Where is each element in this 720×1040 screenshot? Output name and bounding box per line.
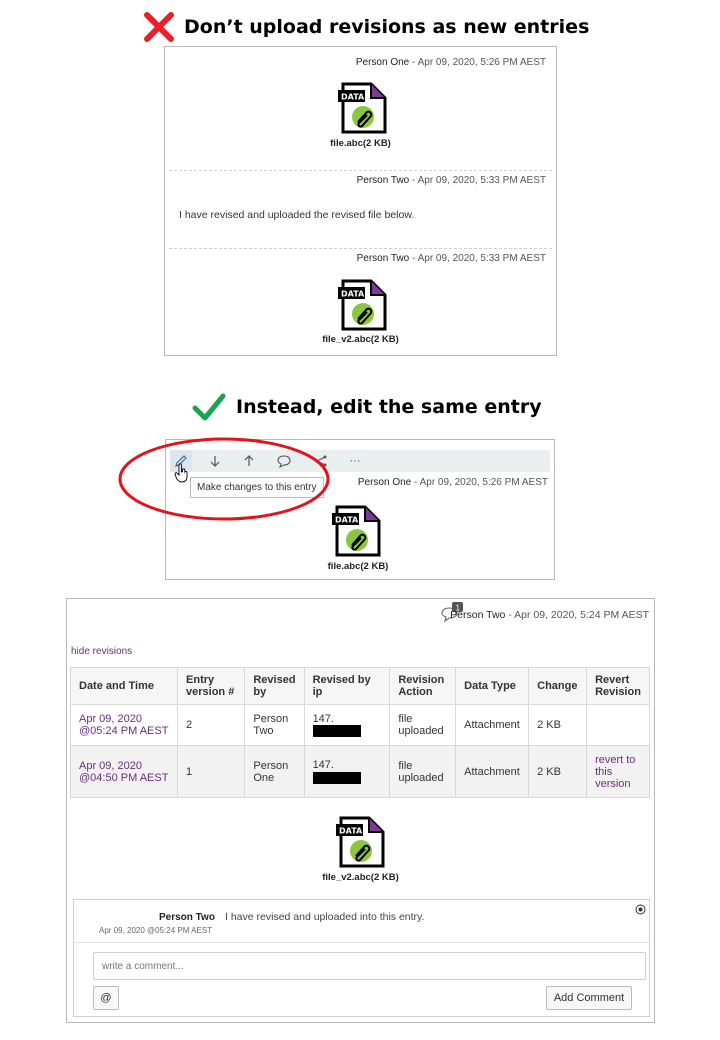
revert-to-version-link[interactable]: revert to this version: [595, 754, 635, 790]
entry-timestamp: - Apr 09, 2020, 5:26 PM AEST: [411, 477, 548, 488]
entry-meta: Person Two - Apr 09, 2020, 5:33 PM AEST: [357, 253, 546, 264]
comment-input[interactable]: [93, 952, 646, 980]
data-label: DATA: [339, 827, 363, 836]
data-label: DATA: [341, 290, 365, 299]
highlight-ellipse: [118, 437, 330, 521]
cell-change: 2 KB: [528, 745, 588, 798]
entry-timestamp: - Apr 09, 2020, 5:33 PM AEST: [409, 253, 546, 264]
redaction-bar: [312, 725, 361, 738]
data-file-icon[interactable]: DATA: [335, 81, 389, 135]
data-file-icon[interactable]: DATA: [333, 815, 387, 869]
revisions-table: Date and Time Entry version # Revised by…: [69, 667, 650, 798]
data-label: DATA: [341, 93, 365, 102]
file-link[interactable]: file.abc(2 KB): [164, 561, 552, 572]
comment-section: Person Two I have revised and uploaded i…: [73, 899, 650, 1017]
table-row: Apr 09, 2020 @05:24 PM AEST 2 Person Two…: [69, 704, 650, 746]
comment-author: Person Two: [159, 912, 215, 923]
entry-meta: Person Two - Apr 09, 2020, 5:33 PM AEST: [357, 175, 546, 186]
green-check-icon: [192, 393, 226, 421]
bad-example-panel: Person One - Apr 09, 2020, 5:26 PM AEST …: [164, 46, 557, 356]
column-header: Data Type: [455, 667, 530, 705]
column-header: Revised by ip: [303, 667, 391, 705]
column-header: Revision Action: [389, 667, 457, 705]
file-link[interactable]: file.abc(2 KB): [165, 138, 556, 149]
entry-author: Person One: [355, 57, 410, 68]
column-header: Revised by: [244, 667, 305, 705]
table-row: Apr 09, 2020 @04:50 PM AEST 1 Person One…: [69, 745, 650, 798]
file-link[interactable]: file_v2.abc(2 KB): [165, 334, 556, 345]
entry-meta: Person Two - Apr 09, 2020, 5:24 PM AEST: [450, 609, 649, 621]
more-icon: ···: [349, 455, 361, 467]
data-file-icon[interactable]: DATA: [329, 504, 383, 558]
close-icon[interactable]: [635, 904, 646, 915]
cell-revised-by: Person One: [244, 745, 305, 798]
entry-author: Person Two: [356, 253, 410, 264]
entry-author: Person One: [357, 477, 412, 488]
cell-change: 2 KB: [528, 704, 588, 746]
entry-text: I have revised and uploaded the revised …: [179, 209, 415, 221]
entry-divider: [169, 248, 552, 249]
good-practice-text: Instead, edit the same entry: [236, 396, 542, 418]
cell-action: file uploaded: [389, 704, 457, 746]
bad-practice-heading: Don’t upload revisions as new entries: [142, 10, 589, 44]
comment-divider: [74, 942, 649, 943]
entry-timestamp: - Apr 09, 2020, 5:24 PM AEST: [505, 609, 649, 621]
cell-action: file uploaded: [389, 745, 457, 798]
cell-data-type: Attachment: [455, 704, 530, 746]
cell-revised-by: Person Two: [244, 704, 305, 746]
cell-ip: 147.: [303, 704, 391, 746]
revision-detail-panel: 1 Person Two - Apr 09, 2020, 5:24 PM AES…: [66, 598, 655, 1023]
redaction-bar: [312, 771, 361, 784]
bad-practice-text: Don’t upload revisions as new entries: [184, 16, 590, 38]
ip-prefix: 147.: [312, 759, 334, 772]
good-practice-heading: Instead, edit the same entry: [188, 390, 542, 424]
entry-timestamp: - Apr 09, 2020, 5:26 PM AEST: [409, 57, 546, 68]
data-file-icon[interactable]: DATA: [335, 278, 389, 332]
data-label: DATA: [335, 516, 359, 525]
comment-text: I have revised and uploaded into this en…: [225, 911, 425, 923]
entry-timestamp: - Apr 09, 2020, 5:33 PM AEST: [409, 175, 546, 186]
red-cross-icon: [144, 12, 174, 42]
cell-version: 1: [177, 745, 246, 798]
mention-button[interactable]: @: [93, 986, 119, 1010]
file-link[interactable]: file_v2.abc(2 KB): [67, 872, 654, 883]
entry-meta: Person One - Apr 09, 2020, 5:26 PM AEST: [356, 57, 546, 68]
entry-meta: Person One - Apr 09, 2020, 5:26 PM AEST: [358, 477, 548, 488]
more-options-button[interactable]: ···: [344, 450, 366, 472]
cell-version: 2: [177, 704, 246, 746]
comment-timestamp: Apr 09, 2020 @05:24 PM AEST: [99, 926, 213, 935]
column-header: Date and Time: [69, 667, 179, 705]
column-header: Change: [528, 667, 588, 705]
cell-data-type: Attachment: [455, 745, 530, 798]
entry-author: Person Two: [356, 175, 410, 186]
cell-revert: [586, 704, 650, 746]
add-comment-button[interactable]: Add Comment: [546, 986, 632, 1010]
ip-prefix: 147.: [312, 712, 334, 725]
cell-ip: 147.: [303, 745, 391, 798]
column-header: Revert Revision: [586, 667, 650, 705]
revision-date-link[interactable]: Apr 09, 2020 @05:24 PM AEST: [79, 713, 168, 737]
column-header: Entry version #: [177, 667, 246, 705]
revision-date-link[interactable]: Apr 09, 2020 @04:50 PM AEST: [79, 760, 168, 784]
entry-divider: [169, 170, 552, 171]
hide-revisions-link[interactable]: hide revisions: [71, 646, 132, 657]
table-header-row: Date and Time Entry version # Revised by…: [69, 667, 650, 705]
entry-author: Person Two: [450, 609, 506, 621]
